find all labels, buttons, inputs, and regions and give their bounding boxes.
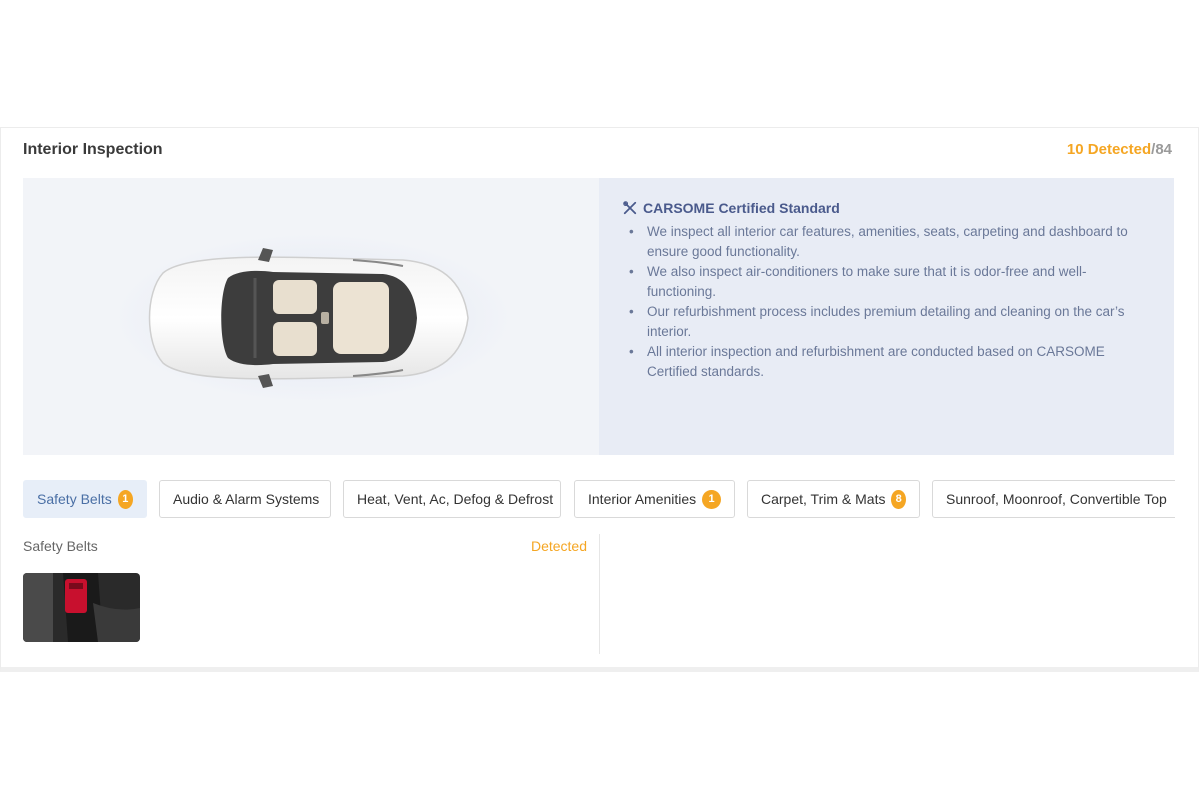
tab-heat-vent-ac[interactable]: Heat, Vent, Ac, Defog & Defrost [343, 480, 561, 518]
tab-safety-belts[interactable]: Safety Belts 1 [23, 480, 147, 518]
certified-standard-heading: CARSOME Certified Standard [623, 200, 1150, 216]
tab-badge: 1 [117, 489, 133, 509]
tab-label: Audio & Alarm Systems [173, 491, 320, 507]
tab-badge: 1 [702, 489, 721, 509]
tab-badge: 8 [891, 489, 906, 509]
divider [599, 534, 600, 654]
list-item: Our refurbishment process includes premi… [629, 302, 1150, 342]
detected-label: 10 Detected [1066, 141, 1152, 158]
list-item: We also inspect air-conditioners to make… [629, 262, 1150, 302]
tab-label: Heat, Vent, Ac, Defog & Defrost [357, 491, 554, 507]
tab-audio-alarm-systems[interactable]: Audio & Alarm Systems [159, 480, 331, 518]
tab-label: Interior Amenities [588, 491, 697, 507]
detected-count: 10 Detected/84 [1067, 141, 1172, 158]
total-count: 84 [1155, 141, 1172, 158]
tab-label: Sunroof, Moonroof, Convertible Top [946, 491, 1167, 507]
detail-status: Detected [530, 538, 587, 554]
detail-panel: Safety Belts Detected [23, 536, 587, 656]
category-tabs: Safety Belts 1 Audio & Alarm Systems Hea… [23, 480, 1175, 518]
detail-label: Safety Belts [23, 538, 98, 554]
tab-sunroof-moonroof[interactable]: Sunroof, Moonroof, Convertible Top [932, 480, 1175, 518]
tab-interior-amenities[interactable]: Interior Amenities 1 [574, 480, 735, 518]
defect-photo-thumbnail[interactable] [23, 573, 140, 642]
certified-standard-panel: CARSOME Certified Standard We inspect al… [599, 178, 1174, 455]
section-title: Interior Inspection [23, 141, 163, 158]
interior-inspection-card: Interior Inspection 10 Detected/84 CARSO… [0, 127, 1199, 672]
list-item: We inspect all interior car features, am… [629, 222, 1150, 262]
section-header: Interior Inspection 10 Detected/84 [23, 141, 1172, 161]
tab-label: Safety Belts [37, 491, 112, 507]
tools-icon [623, 201, 637, 215]
certified-standard-title: CARSOME Certified Standard [643, 200, 840, 216]
list-item: All interior inspection and refurbishmen… [629, 342, 1150, 382]
certified-standard-list: We inspect all interior car features, am… [623, 222, 1150, 382]
inspection-hero: CARSOME Certified Standard We inspect al… [23, 178, 1174, 455]
tab-carpet-trim-mats[interactable]: Carpet, Trim & Mats 8 [747, 480, 920, 518]
tab-label: Carpet, Trim & Mats [761, 491, 886, 507]
car-interior-top-view-image [113, 233, 513, 403]
